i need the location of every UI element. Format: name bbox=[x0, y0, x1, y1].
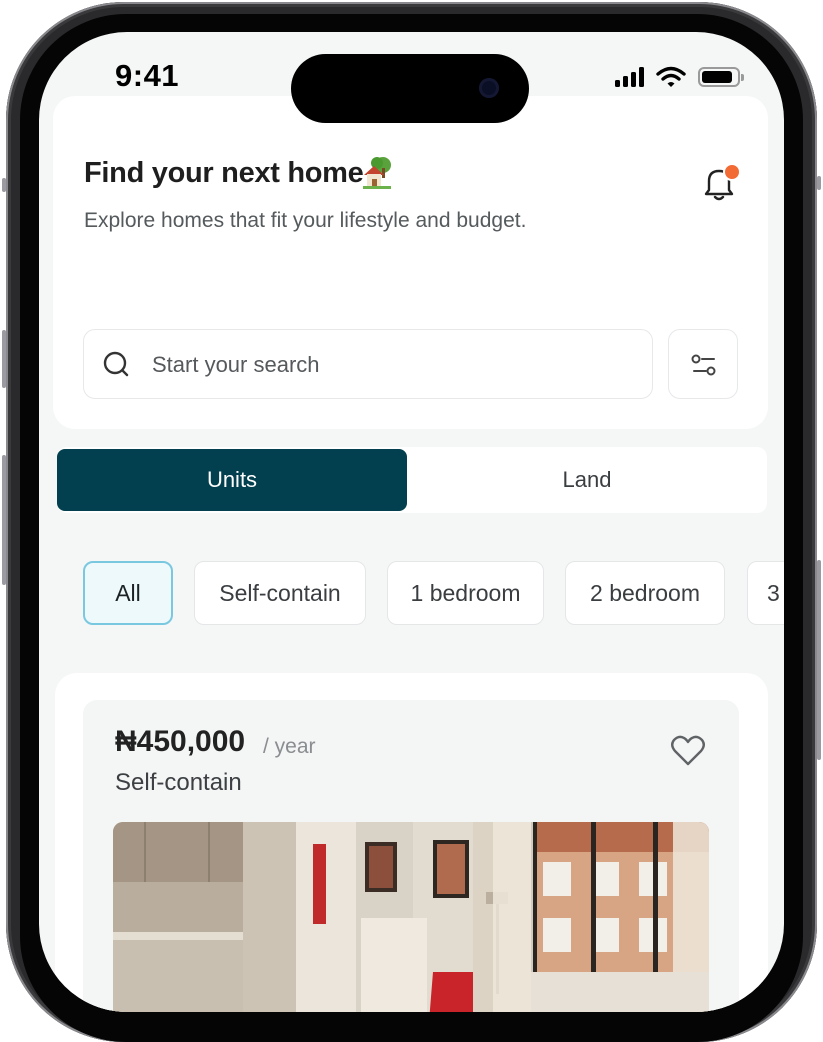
search-input[interactable] bbox=[150, 330, 634, 400]
property-type-segmented-control: Units Land bbox=[57, 447, 767, 513]
listing-price: ₦450,000 bbox=[115, 725, 246, 758]
notification-badge bbox=[723, 163, 741, 181]
front-camera bbox=[479, 78, 499, 98]
chip-all[interactable]: All bbox=[83, 561, 173, 625]
page-subtitle: Explore homes that fit your lifestyle an… bbox=[84, 209, 527, 232]
phone-screen: 9:41 Find your next home Explore homes t… bbox=[39, 32, 784, 1012]
sliders-icon bbox=[691, 354, 716, 376]
cellular-signal-icon bbox=[615, 67, 644, 87]
status-bar: 9:41 bbox=[39, 32, 784, 123]
chip-2-bedroom[interactable]: 2 bedroom bbox=[565, 561, 725, 625]
side-button-volume-down bbox=[2, 455, 6, 585]
side-button-action bbox=[2, 178, 6, 192]
chip-3-bedroom[interactable]: 3 bbox=[747, 561, 784, 625]
chip-1-bedroom[interactable]: 1 bedroom bbox=[387, 561, 544, 625]
filter-button[interactable] bbox=[668, 329, 738, 399]
house-with-garden-icon bbox=[363, 157, 391, 189]
search-bar[interactable] bbox=[83, 329, 653, 400]
tab-units[interactable]: Units bbox=[57, 449, 407, 511]
heart-outline-icon[interactable] bbox=[670, 735, 706, 767]
search-icon bbox=[103, 351, 129, 377]
page-title: Find your next home bbox=[84, 157, 364, 189]
apartment-photo bbox=[113, 822, 709, 1012]
battery-icon bbox=[698, 67, 744, 87]
listing-type: Self-contain bbox=[115, 769, 242, 796]
status-time: 9:41 bbox=[115, 58, 180, 93]
dynamic-island bbox=[291, 54, 529, 123]
side-button-power bbox=[817, 176, 821, 190]
tab-land[interactable]: Land bbox=[412, 449, 762, 511]
listing-period: / year bbox=[263, 735, 316, 758]
filter-chips: All Self-contain 1 bedroom 2 bedroom 3 bbox=[83, 561, 784, 625]
wifi-icon bbox=[656, 66, 686, 87]
chip-self-contain[interactable]: Self-contain bbox=[194, 561, 366, 625]
status-icons bbox=[615, 64, 744, 90]
side-button-side bbox=[817, 560, 821, 760]
side-button-volume-up bbox=[2, 330, 6, 388]
